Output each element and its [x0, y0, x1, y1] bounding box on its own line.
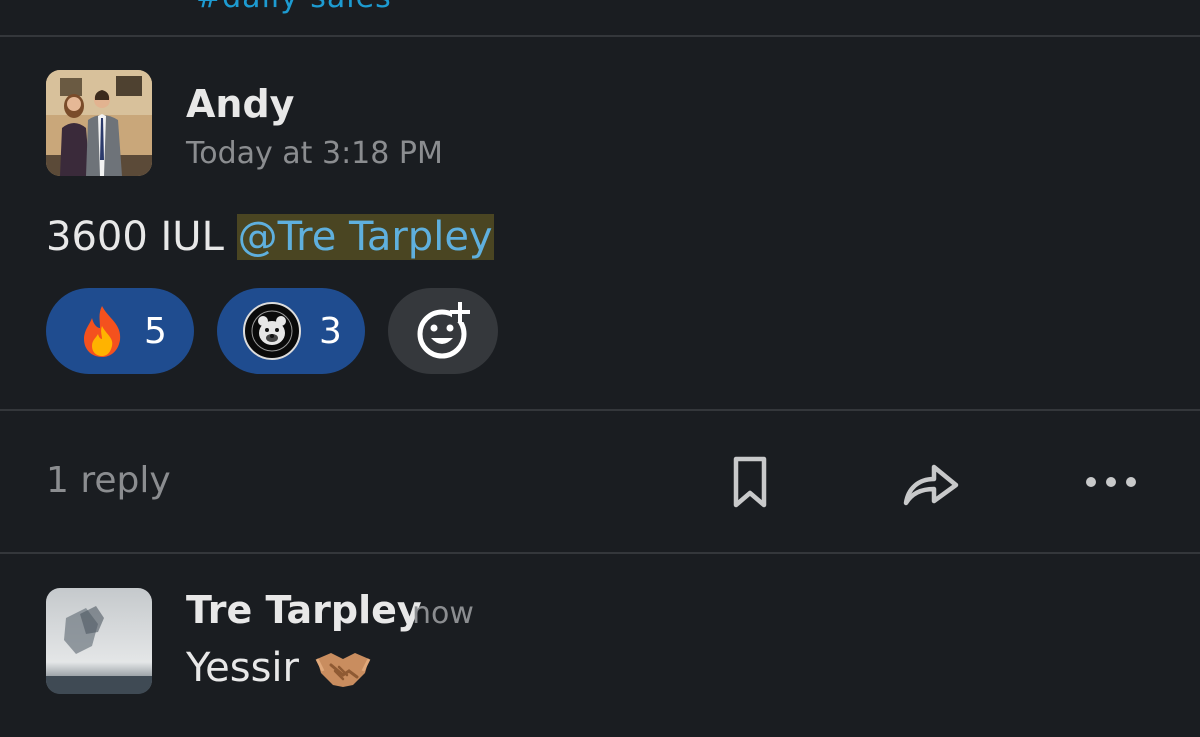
- share-button[interactable]: [900, 455, 962, 515]
- bookmark-icon: [733, 456, 767, 508]
- message-timestamp[interactable]: Today at 3:18 PM: [186, 136, 443, 171]
- avatar-photo: [46, 588, 152, 694]
- avatar-photo: [46, 70, 152, 176]
- reaction-fire[interactable]: 5: [46, 288, 194, 374]
- andy-avatar[interactable]: [46, 70, 152, 176]
- message-author[interactable]: Andy: [186, 82, 294, 126]
- add-reaction-icon: [417, 302, 470, 359]
- reply-author[interactable]: Tre Tarpley: [186, 588, 422, 632]
- share-icon: [903, 464, 959, 506]
- bookmark-button[interactable]: [730, 455, 770, 515]
- reply-timestamp[interactable]: now: [412, 596, 474, 631]
- divider-top: [0, 35, 1200, 37]
- tre-tarpley-avatar[interactable]: [46, 588, 152, 694]
- reaction-count: 5: [144, 310, 167, 352]
- reaction-count: 3: [319, 310, 342, 352]
- divider-middle: [0, 409, 1200, 411]
- message-text: 3600 IUL: [46, 214, 224, 260]
- reply-text: Yessir: [186, 645, 299, 691]
- more-icon: [1086, 477, 1136, 487]
- bear-team-emoji: [243, 302, 301, 360]
- channel-link[interactable]: #daily-sales: [196, 0, 392, 15]
- reaction-bear[interactable]: 3: [217, 288, 365, 374]
- reply-body: Yessir: [186, 645, 373, 691]
- reply-count-link[interactable]: 1 reply: [46, 460, 171, 501]
- divider-bottom: [0, 552, 1200, 554]
- add-reaction-button[interactable]: [388, 288, 498, 374]
- fire-emoji: [84, 306, 121, 357]
- handshake-emoji: [315, 653, 371, 687]
- more-button[interactable]: [1084, 470, 1138, 498]
- message-body: 3600 IUL @Tre Tarpley: [46, 210, 494, 264]
- user-mention[interactable]: @Tre Tarpley: [236, 214, 494, 260]
